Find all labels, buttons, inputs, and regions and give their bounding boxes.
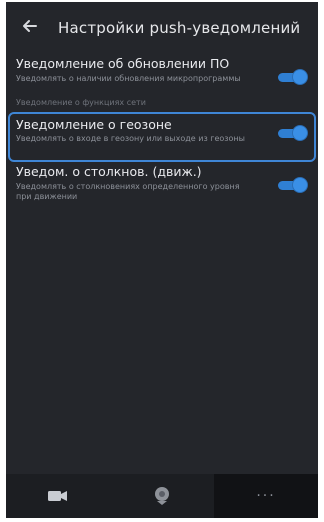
toggle-knob: [293, 70, 307, 84]
arrow-left-icon: [23, 20, 37, 32]
setting-firmware-update[interactable]: Уведомление об обновлении ПО Уведомлять …: [6, 54, 318, 112]
map-pin-icon: [155, 487, 169, 505]
page-title: Настройки push-уведомлений: [58, 19, 301, 37]
setting-subtext: Уведомление о функциях сети: [16, 98, 146, 107]
geofence-toggle[interactable]: [278, 126, 308, 140]
setting-title: Уведомление об обновлении ПО: [16, 56, 230, 71]
setting-geofence[interactable]: Уведомление о геозоне Уведомлять о входе…: [8, 112, 316, 162]
toggle-knob: [293, 126, 307, 140]
back-button[interactable]: [18, 14, 42, 38]
bottom-navigation: ···: [6, 474, 318, 518]
setting-collision[interactable]: Уведом. о столкнов. (движ.) Уведомлять о…: [6, 162, 318, 220]
setting-title: Уведом. о столкнов. (движ.): [16, 164, 202, 179]
nav-more[interactable]: ···: [214, 474, 318, 518]
toggle-knob: [293, 178, 307, 192]
nav-camera[interactable]: [6, 474, 110, 518]
settings-list: Уведомление об обновлении ПО Уведомлять …: [6, 54, 318, 220]
more-icon: ···: [256, 488, 276, 504]
header: Настройки push-уведомлений: [6, 2, 318, 52]
video-camera-icon: [48, 491, 67, 501]
setting-description: Уведомлять о столкновениях определенного…: [16, 182, 240, 201]
collision-toggle[interactable]: [278, 178, 308, 192]
setting-description: Уведомлять о наличии обновления микропро…: [16, 74, 241, 83]
setting-description: Уведомлять о входе в геозону или выходе …: [16, 134, 245, 143]
app-screen: Настройки push-уведомлений Уведомление о…: [6, 2, 318, 518]
setting-title: Уведомление о геозоне: [16, 117, 172, 132]
firmware-update-toggle[interactable]: [278, 70, 308, 84]
nav-map[interactable]: [110, 474, 214, 518]
